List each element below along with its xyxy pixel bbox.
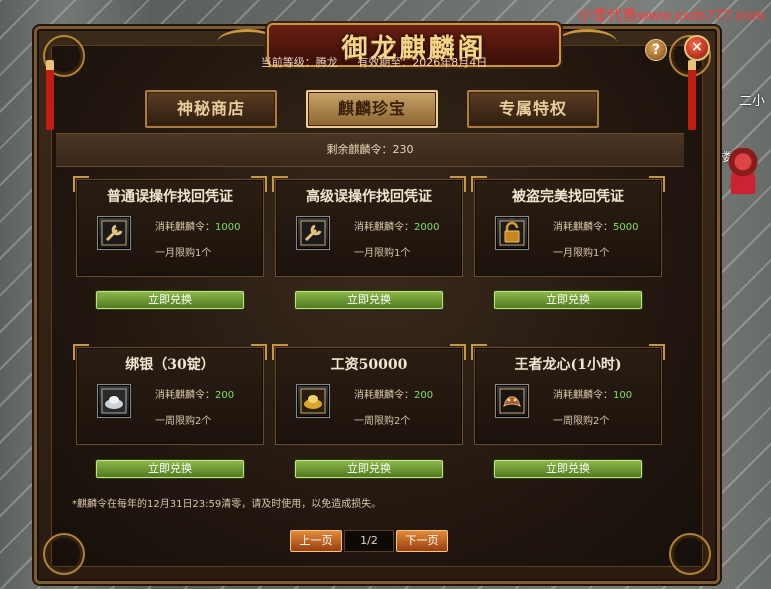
redeem-button[interactable]: 立即兑换 — [494, 291, 642, 309]
card-cost: 消耗麒麟令：2000 — [354, 222, 440, 233]
redeem-button[interactable]: 立即兑换 — [295, 460, 443, 478]
shop-card: 被盗完美找回凭证 消耗麒麟令：5000 一月限购1个 — [471, 176, 665, 277]
scene-side-label: 二小 — [738, 94, 765, 109]
card-title: 高级误操作找回凭证 — [306, 189, 432, 205]
card-cost: 消耗麒麟令：200 — [155, 390, 235, 401]
wrench-icon[interactable] — [97, 216, 131, 250]
card-limit: 一周限购2个 — [354, 416, 411, 427]
watermark: 小雪代售www.xxds777.com — [576, 7, 765, 24]
redeem-button[interactable]: 立即兑换 — [295, 291, 443, 309]
corner-ornament-br — [669, 533, 711, 575]
silver-ingot-icon[interactable] — [97, 384, 131, 418]
card-limit: 一月限购1个 — [553, 248, 610, 259]
npc-character — [725, 148, 761, 194]
card-title: 被盗完美找回凭证 — [512, 189, 624, 205]
card-limit: 一周限购2个 — [155, 416, 212, 427]
card-title: 绑银（30锭） — [125, 357, 215, 373]
redeem-button[interactable]: 立即兑换 — [494, 460, 642, 478]
gold-ingot-icon[interactable] — [296, 384, 330, 418]
corner-ornament-bl — [43, 533, 85, 575]
token-balance: 剩余麒麟令：230 — [56, 133, 684, 167]
shop-card: 绑银（30锭） 消耗麒麟令：200 一周限购2个 — [73, 344, 267, 445]
account-info-bar: 当前等级：腾龙 有效期至：2026年8月4日 — [60, 52, 688, 74]
card-limit: 一月限购1个 — [354, 248, 411, 259]
expiry-date: 有效期至：2026年8月4日 — [357, 56, 488, 69]
shop-card: 高级误操作找回凭证 消耗麒麟令：2000 一月限购1个 — [272, 176, 466, 277]
card-cost: 消耗麒麟令：5000 — [553, 222, 639, 233]
prev-page-button[interactable]: 上一页 — [290, 530, 342, 552]
tassel-right — [688, 60, 696, 130]
reset-notice: *麒麟令在每年的12月31日23:59清零，请及时使用，以免造成损失。 — [72, 499, 382, 510]
page-indicator: 1/2 — [344, 530, 394, 552]
redeem-button[interactable]: 立即兑换 — [96, 460, 244, 478]
card-title: 普通误操作找回凭证 — [107, 189, 233, 205]
card-title: 王者龙心(1小时) — [514, 357, 622, 373]
shop-card: 王者龙心(1小时) 消耗麒麟令：100 一周限购2个 — [471, 344, 665, 445]
card-cost: 消耗麒麟令：200 — [354, 390, 434, 401]
wrench-icon[interactable] — [296, 216, 330, 250]
tab-mystery-shop[interactable]: 神秘商店 — [145, 90, 277, 128]
card-title: 工资50000 — [330, 357, 408, 373]
tab-qilin-treasure[interactable]: 麒麟珍宝 — [306, 90, 438, 128]
tab-exclusive-privilege[interactable]: 专属特权 — [467, 90, 599, 128]
lock-icon[interactable] — [495, 216, 529, 250]
card-limit: 一周限购2个 — [553, 416, 610, 427]
next-page-button[interactable]: 下一页 — [396, 530, 448, 552]
card-limit: 一月限购1个 — [155, 248, 212, 259]
shop-card: 工资50000 消耗麒麟令：200 一周限购2个 — [272, 344, 466, 445]
card-cost: 消耗麒麟令：100 — [553, 390, 633, 401]
shop-card: 普通误操作找回凭证 消耗麒麟令：1000 一月限购1个 — [73, 176, 267, 277]
tassel-left — [46, 60, 54, 130]
redeem-button[interactable]: 立即兑换 — [96, 291, 244, 309]
dragon-heart-icon[interactable] — [495, 384, 529, 418]
current-level: 当前等级：腾龙 — [260, 56, 338, 69]
card-cost: 消耗麒麟令：1000 — [155, 222, 241, 233]
